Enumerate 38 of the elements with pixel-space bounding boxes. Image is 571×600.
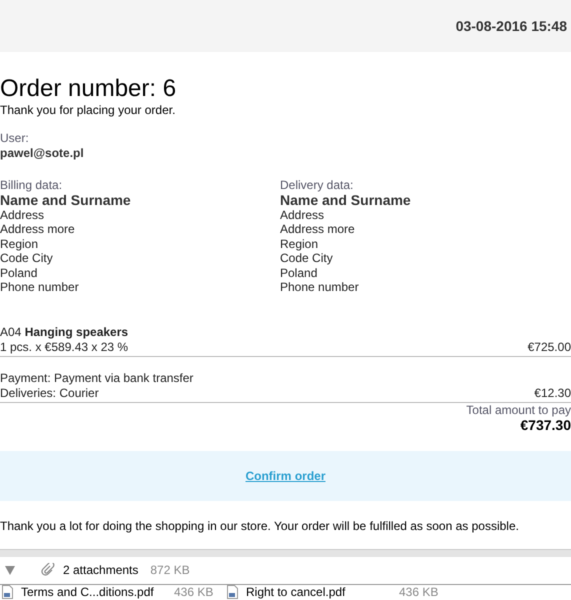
user-label: User:: [0, 131, 30, 146]
address-line: Poland: [0, 266, 38, 280]
address-line: Code City: [0, 251, 53, 266]
date-text: 03-08-2016 15:48: [456, 16, 567, 36]
address-line: Code City: [280, 251, 333, 266]
total-label: Total amount to pay: [466, 402, 571, 418]
closing-text: Thank you a lot for doing the shopping in our store. Your order will be fulfilled as soon as possible.: [0, 518, 520, 534]
address-line: Region: [0, 236, 38, 251]
thanks-text: Thank you for placing your order.: [0, 103, 176, 118]
item-detail: 1 pcs. x €589.43 x 23 %: [0, 340, 128, 354]
address-line: Region: [280, 236, 318, 251]
attachment-size: 436 KB: [399, 584, 438, 600]
address-line: Address more: [280, 222, 355, 236]
item-price: €725.00: [528, 340, 571, 354]
address-label: Billing data:: [0, 178, 62, 192]
attachment-size: 436 KB: [174, 584, 214, 600]
address-name: Name and Surname: [0, 192, 131, 208]
address-line: Phone number: [280, 280, 359, 294]
address-line: Phone number: [0, 280, 79, 294]
attachment-total-size: 872 KB: [150, 562, 190, 579]
delivery-text: Deliveries: Courier: [0, 386, 99, 400]
address-line: Address: [0, 208, 44, 222]
user-email: pawel@sote.pl: [0, 146, 85, 161]
paperclip-icon: [41, 563, 55, 577]
address-name: Name and Surname: [280, 192, 411, 208]
order-title: Order number: 6: [0, 75, 178, 103]
attachment-count: 2 attachments: [63, 562, 138, 579]
delivery-price: €12.30: [534, 386, 571, 400]
attachment-name[interactable]: Right to cancel.pdf: [246, 584, 391, 600]
total-amount: €737.30: [520, 418, 571, 432]
address-line: Address: [280, 208, 324, 222]
address-label: Delivery data:: [280, 178, 354, 192]
item-title: A04 Hanging speakers: [0, 324, 130, 340]
address-line: Poland: [280, 266, 318, 280]
payment-text: Payment: Payment via bank transfer: [0, 370, 194, 386]
attachment-name[interactable]: Terms and C...ditions.pdf: [21, 584, 166, 600]
address-line: Address more: [0, 222, 75, 236]
collapse-triangle-icon[interactable]: [5, 566, 15, 574]
